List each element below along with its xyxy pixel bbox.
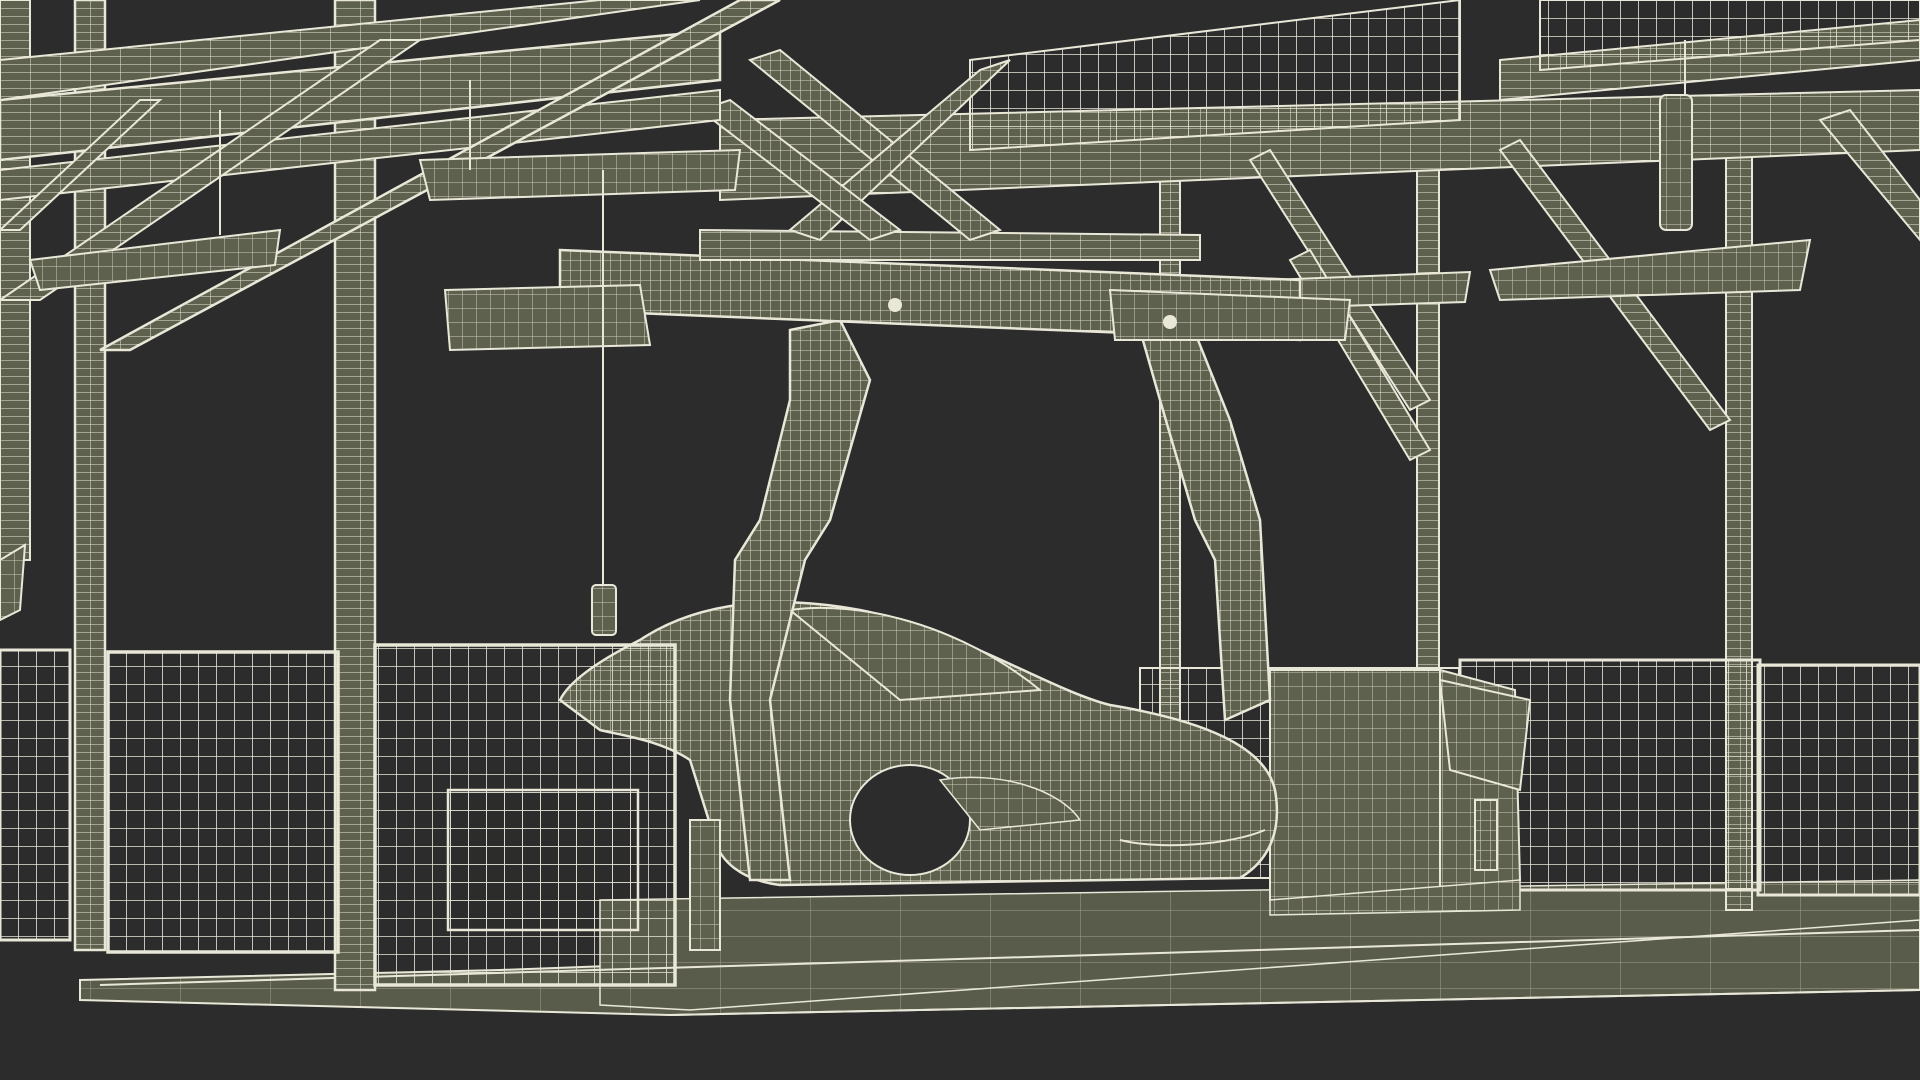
wireframe-render (0, 0, 1920, 1080)
control-cabinet (1269, 668, 1532, 916)
render-viewport (0, 0, 1920, 1080)
pendant-control (591, 170, 617, 636)
